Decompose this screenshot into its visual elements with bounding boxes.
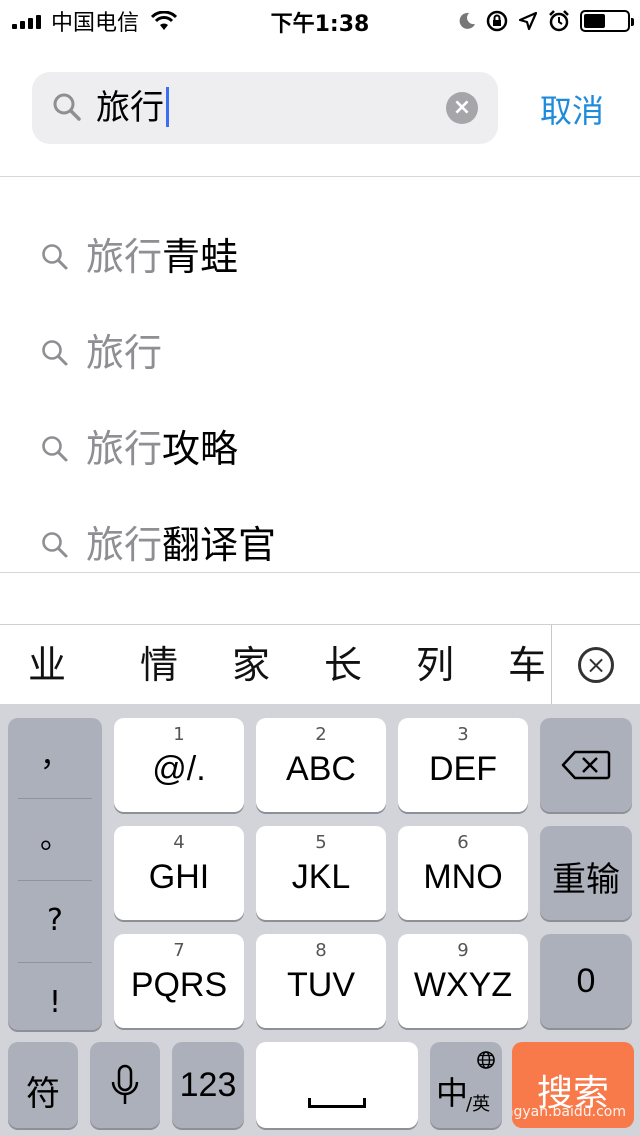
suggestion-prefix: 旅行 — [86, 427, 163, 471]
candidate-item[interactable]: 长 — [324, 643, 362, 687]
suggestion-item[interactable]: 旅行青蛙 — [0, 218, 640, 298]
ime-candidate-bar: 业 情 家 长 列 车 × — [0, 624, 640, 705]
rotation-lock-icon — [486, 10, 508, 32]
t9-key[interactable]: 7 PQRS — [114, 934, 244, 1028]
candidate-separator — [551, 625, 552, 705]
t9-key[interactable]: 4 GHI — [114, 826, 244, 920]
divider — [0, 176, 640, 177]
language-switch-button[interactable]: 中 /英 — [430, 1042, 502, 1128]
suggestion-item[interactable]: 旅行翻译官 — [0, 506, 640, 586]
battery-icon — [580, 10, 634, 32]
key-letters: GHI — [148, 858, 210, 896]
space-icon — [308, 1098, 366, 1108]
search-icon — [42, 340, 68, 366]
backspace-button[interactable] — [540, 718, 632, 812]
text-caret — [166, 86, 169, 127]
key-number: 1 — [173, 724, 185, 745]
key-number: 2 — [315, 724, 327, 745]
key-letters: MNO — [423, 858, 503, 896]
close-candidates-icon[interactable]: × — [578, 647, 614, 683]
candidate-item[interactable]: 家 — [232, 643, 270, 687]
microphone-icon — [111, 1064, 139, 1104]
key-letters: DEF — [429, 750, 497, 788]
backspace-icon — [561, 750, 611, 780]
lang-secondary-label: /英 — [466, 1094, 491, 1115]
suggestion-item[interactable]: 旅行 — [0, 314, 640, 394]
location-arrow-icon — [518, 11, 538, 31]
suggestion-prefix: 旅行 — [86, 331, 163, 375]
search-icon — [53, 93, 81, 121]
key-letters: WXYZ — [413, 966, 513, 1004]
microphone-button[interactable] — [90, 1042, 160, 1128]
space-bar[interactable] — [256, 1042, 418, 1128]
t9-key[interactable]: 1 @/. — [114, 718, 244, 812]
candidate-item[interactable]: 车 — [508, 643, 546, 687]
punct-key-comma[interactable]: ， — [8, 718, 102, 796]
status-bar: 中国电信 下午1:38 — [0, 0, 640, 42]
key-number: 6 — [457, 832, 469, 853]
key-letters: JKL — [291, 858, 351, 896]
key-number: 3 — [457, 724, 469, 745]
search-field[interactable]: 旅行 × — [32, 72, 498, 144]
key-number: 4 — [173, 832, 185, 853]
cancel-button[interactable]: 取消 — [540, 86, 604, 132]
key-number: 8 — [315, 940, 327, 961]
key-letters: @/. — [152, 750, 206, 788]
numbers-button[interactable]: 123 — [172, 1042, 244, 1128]
divider — [18, 962, 92, 963]
suggestion-text: 旅行翻译官 — [86, 520, 276, 570]
candidate-item[interactable]: 情 — [140, 643, 178, 687]
suggestion-text: 旅行 — [86, 328, 162, 378]
suggestion-item[interactable]: 旅行攻略 — [0, 410, 640, 490]
search-query-text: 旅行 — [96, 88, 164, 128]
t9-key[interactable]: 9 WXYZ — [398, 934, 528, 1028]
divider — [18, 880, 92, 881]
moon-icon — [459, 12, 475, 29]
clear-text-icon[interactable]: × — [446, 92, 478, 124]
reinput-label: 重输 — [552, 860, 620, 900]
key-number: 7 — [173, 940, 185, 961]
search-input[interactable]: 旅行 — [96, 86, 169, 130]
symbols-label: 符 — [26, 1074, 60, 1114]
suggestion-suffix: 青蛙 — [162, 235, 239, 279]
suggestion-text: 旅行青蛙 — [86, 232, 238, 282]
key-letters: PQRS — [130, 966, 228, 1004]
punct-key-period[interactable]: 。 — [8, 800, 102, 878]
search-icon — [42, 532, 68, 558]
t9-key[interactable]: 5 JKL — [256, 826, 386, 920]
suggestion-prefix: 旅行 — [86, 235, 163, 279]
key-letters: ABC — [286, 750, 356, 788]
punct-key-question[interactable]: ? — [8, 882, 102, 960]
zero-label: 0 — [576, 962, 596, 1000]
t9-key[interactable]: 6 MNO — [398, 826, 528, 920]
suggestion-text: 旅行攻略 — [86, 424, 238, 474]
globe-icon — [477, 1051, 495, 1069]
t9-key[interactable]: 8 TUV — [256, 934, 386, 1028]
t9-key[interactable]: 2 ABC — [256, 718, 386, 812]
candidate-item[interactable]: 业 — [28, 643, 66, 687]
search-icon — [42, 436, 68, 462]
divider — [0, 572, 640, 573]
punct-key-exclamation[interactable]: ! — [8, 964, 102, 1042]
key-letters: TUV — [287, 966, 355, 1004]
watermark-text: jingyan.baidu.com — [512, 1104, 626, 1120]
suggestion-suffix: 翻译官 — [162, 523, 277, 567]
symbols-button[interactable]: 符 — [8, 1042, 78, 1128]
zero-key[interactable]: 0 — [540, 934, 632, 1028]
t9-key[interactable]: 3 DEF — [398, 718, 528, 812]
numbers-label: 123 — [179, 1066, 237, 1104]
reinput-button[interactable]: 重输 — [540, 826, 632, 920]
divider — [18, 798, 92, 799]
search-icon — [42, 244, 68, 270]
candidate-item[interactable]: 列 — [416, 643, 454, 687]
lang-primary-label: 中 — [436, 1074, 469, 1112]
suggestion-prefix: 旅行 — [86, 523, 163, 567]
suggestion-suffix: 攻略 — [162, 427, 239, 471]
key-number: 5 — [315, 832, 327, 853]
alarm-icon — [549, 10, 569, 32]
search-submit-button[interactable]: 搜索 jingyan.baidu.com — [512, 1042, 634, 1128]
punctuation-column[interactable]: ， 。 ? ! — [8, 718, 102, 1030]
key-number: 9 — [457, 940, 469, 961]
